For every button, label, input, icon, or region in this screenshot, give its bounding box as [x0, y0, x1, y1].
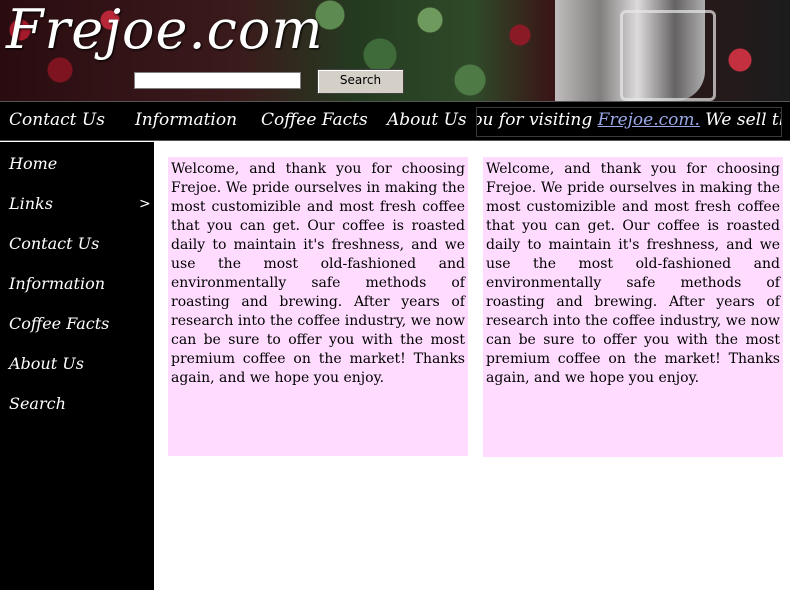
chevron-right-icon[interactable]: >	[139, 196, 151, 212]
search-button[interactable]: Search	[317, 69, 404, 94]
sidebar-item-links[interactable]: Links	[9, 194, 53, 213]
welcome-panel-left: Welcome, and thank you for choosing Frej…	[168, 157, 468, 456]
marquee-text: k you for visiting Frejoe.com. We sell t…	[477, 110, 781, 130]
welcome-panel-right: Welcome, and thank you for choosing Frej…	[483, 157, 783, 457]
sidebar-item-search[interactable]: Search	[9, 394, 66, 413]
coffee-press-glass	[620, 10, 716, 101]
nav-about-us[interactable]: About Us	[387, 110, 467, 130]
welcome-marquee: k you for visiting Frejoe.com. We sell t…	[476, 107, 782, 137]
marquee-prefix: k you for visiting	[477, 110, 593, 130]
sidebar-item-home[interactable]: Home	[9, 154, 57, 173]
top-navigation: Contact Us Information Coffee Facts Abou…	[0, 101, 790, 141]
sidebar-item-coffee-facts[interactable]: Coffee Facts	[9, 314, 109, 333]
sidebar-item-information[interactable]: Information	[9, 274, 105, 293]
nav-information[interactable]: Information	[135, 110, 237, 130]
search-input[interactable]	[134, 72, 301, 89]
site-logo[interactable]: Frejoe.com	[6, 0, 324, 61]
header-banner: Frejoe.com Search	[0, 0, 790, 101]
sidebar-item-contact-us[interactable]: Contact Us	[9, 234, 99, 253]
sidebar: Home Links > Contact Us Information Coff…	[0, 142, 154, 590]
marquee-site-link[interactable]: Frejoe.com.	[598, 110, 700, 130]
nav-contact-us[interactable]: Contact Us	[9, 110, 105, 130]
sidebar-item-about-us[interactable]: About Us	[9, 354, 84, 373]
nav-coffee-facts[interactable]: Coffee Facts	[261, 110, 368, 130]
marquee-suffix: We sell the	[705, 110, 781, 130]
